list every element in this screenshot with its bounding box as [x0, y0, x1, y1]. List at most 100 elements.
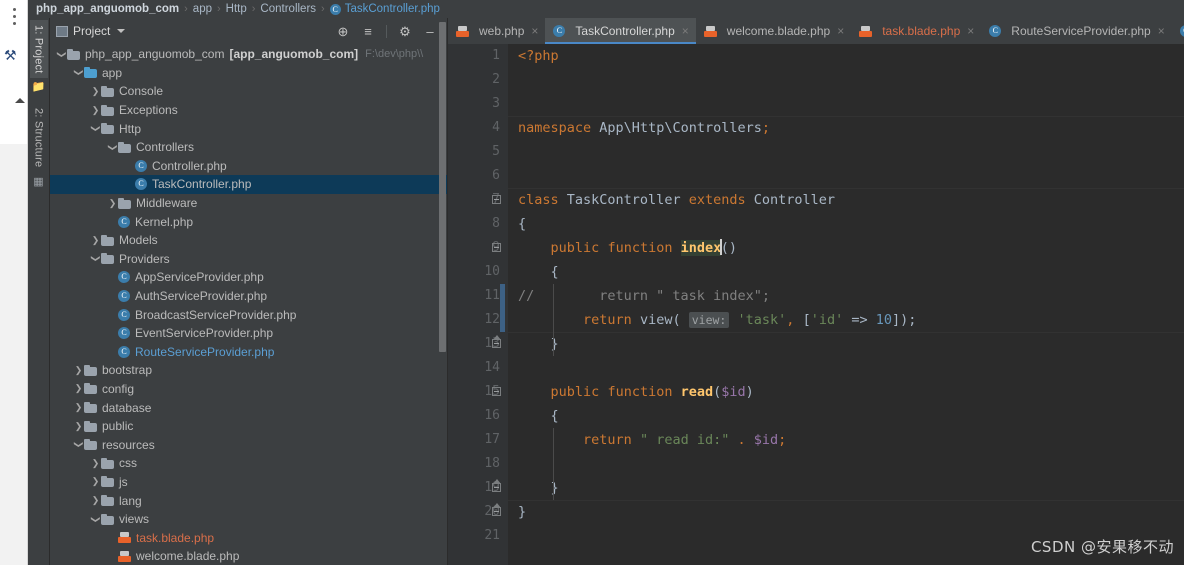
editor-tab-bar[interactable]: web.php × C TaskController.php × welcome.blad…: [448, 18, 1184, 44]
tree-row[interactable]: ❯ Console: [50, 82, 447, 101]
tree-row[interactable]: ❯ Models: [50, 231, 447, 250]
code-line[interactable]: return view( view: 'task', ['id' => 10])…: [508, 308, 1184, 332]
code-fold-marker[interactable]: [492, 335, 503, 350]
settings-gear-icon[interactable]: ⚙: [398, 24, 412, 38]
project-tree[interactable]: ❯ php_app_anguomob_com [app_anguomob_com] F…: [50, 44, 447, 565]
collapse-all-icon[interactable]: ≡: [361, 24, 375, 38]
code-area[interactable]: <?php namespace App\Http\Controllers; cl…: [508, 44, 1184, 565]
close-tab-icon[interactable]: ×: [967, 24, 974, 38]
code-line[interactable]: [508, 92, 1184, 116]
chevron-right-icon[interactable]: ❯: [90, 495, 101, 506]
tree-row[interactable]: task.blade.php: [50, 528, 447, 547]
code-line[interactable]: // return " task index";: [508, 284, 1184, 308]
tree-row[interactable]: C AuthServiceProvider.php: [50, 287, 447, 306]
tree-row[interactable]: welcome.blade.php: [50, 547, 447, 565]
editor-tab[interactable]: C RouteServiceProvider.php ×: [981, 18, 1171, 44]
tree-row[interactable]: C EventServiceProvider.php: [50, 324, 447, 343]
chevron-down-icon[interactable]: ❯: [107, 142, 118, 153]
project-panel-title-group[interactable]: Project: [56, 24, 126, 38]
tree-row[interactable]: ❯ Providers: [50, 250, 447, 269]
tree-row[interactable]: ❯ bootstrap: [50, 361, 447, 380]
breadcrumb-item-http[interactable]: Http: [226, 3, 247, 15]
close-tab-icon[interactable]: ×: [682, 24, 689, 38]
chevron-right-icon[interactable]: ❯: [73, 402, 84, 413]
chevron-down-icon[interactable]: ❯: [56, 49, 67, 60]
breadcrumb-item-project[interactable]: php_app_anguomob_com: [36, 3, 179, 15]
code-line[interactable]: {: [508, 404, 1184, 428]
code-line[interactable]: {: [508, 260, 1184, 284]
code-fold-marker[interactable]: [492, 503, 503, 518]
folder-icon[interactable]: 📁: [32, 82, 46, 93]
tree-row[interactable]: ❯ Http: [50, 119, 447, 138]
tree-row[interactable]: ❯ app: [50, 64, 447, 83]
chevron-right-icon[interactable]: ❯: [107, 198, 118, 209]
tree-row[interactable]: C AppServiceProvider.php: [50, 268, 447, 287]
locate-in-tree-icon[interactable]: ⊕: [336, 24, 350, 38]
editor-tab[interactable]: task.blade.php ×: [851, 18, 981, 44]
tree-row[interactable]: ❯ database: [50, 398, 447, 417]
chevron-right-icon[interactable]: ❯: [90, 476, 101, 487]
tree-row[interactable]: ❯ lang: [50, 491, 447, 510]
breadcrumb-item-file[interactable]: TaskController.php: [345, 3, 440, 15]
breadcrumb-item-app[interactable]: app: [193, 3, 212, 15]
tree-row[interactable]: ❯ config: [50, 380, 447, 399]
code-line[interactable]: [508, 140, 1184, 164]
editor-tab[interactable]: welcome.blade.php ×: [696, 18, 851, 44]
code-line[interactable]: [508, 452, 1184, 476]
code-fold-marker[interactable]: [492, 243, 503, 254]
tree-row[interactable]: ❯ public: [50, 417, 447, 436]
breadcrumb-item-controllers[interactable]: Controllers: [260, 3, 316, 15]
code-line[interactable]: }: [508, 476, 1184, 500]
vcs-change-marker[interactable]: [500, 284, 505, 332]
chevron-down-icon[interactable]: ❯: [73, 67, 84, 78]
code-line[interactable]: class TaskController extends Controller: [508, 188, 1184, 212]
chevron-down-icon[interactable]: ❯: [73, 439, 84, 450]
code-fold-marker[interactable]: [492, 195, 503, 206]
close-tab-icon[interactable]: ×: [531, 24, 538, 38]
editor-tab[interactable]: CRoute: [1172, 18, 1184, 44]
editor-tab[interactable]: C TaskController.php ×: [545, 18, 697, 44]
chevron-down-icon[interactable]: ❯: [90, 123, 101, 134]
code-line[interactable]: [508, 356, 1184, 380]
tree-row[interactable]: ❯ Exceptions: [50, 101, 447, 120]
code-fold-marker[interactable]: [492, 387, 503, 398]
chevron-right-icon[interactable]: ❯: [73, 365, 84, 376]
chevron-right-icon[interactable]: ❯: [90, 86, 101, 97]
code-line[interactable]: return " read id:" . $id;: [508, 428, 1184, 452]
code-line[interactable]: }: [508, 500, 1184, 524]
tree-row[interactable]: C BroadcastServiceProvider.php: [50, 305, 447, 324]
chevron-right-icon[interactable]: ❯: [90, 105, 101, 116]
project-scrollbar[interactable]: [438, 18, 447, 565]
chevron-down-icon[interactable]: ❯: [90, 253, 101, 264]
editor-gutter[interactable]: 1 2 3 4 5 6 7 8 9 10 11 12 13 14 15 16 17 18 19 20 21: [448, 44, 508, 565]
tree-row[interactable]: C Controller.php: [50, 157, 447, 176]
code-line[interactable]: <?php: [508, 44, 1184, 68]
project-scrollbar-thumb[interactable]: [439, 22, 446, 352]
editor-tab[interactable]: web.php ×: [448, 18, 545, 44]
code-line[interactable]: {: [508, 212, 1184, 236]
tree-row[interactable]: ❯ Middleware: [50, 194, 447, 213]
tree-row[interactable]: ❯ js: [50, 473, 447, 492]
chevron-right-icon[interactable]: ❯: [73, 383, 84, 394]
tool-tab-structure[interactable]: 2: Structure: [30, 103, 48, 172]
tree-row[interactable]: C TaskController.php: [50, 175, 447, 194]
chevron-right-icon[interactable]: ❯: [73, 421, 84, 432]
code-line[interactable]: public function read($id): [508, 380, 1184, 404]
structure-icon[interactable]: ▦: [33, 176, 43, 188]
chevron-down-icon[interactable]: ❯: [90, 514, 101, 525]
tool-tab-project[interactable]: 1: Project: [29, 20, 48, 79]
tree-row[interactable]: ❯ views: [50, 510, 447, 529]
tree-row[interactable]: ❯ css: [50, 454, 447, 473]
close-tab-icon[interactable]: ×: [837, 24, 844, 38]
hide-panel-icon[interactable]: –: [423, 24, 437, 38]
code-fold-marker[interactable]: [492, 479, 503, 494]
code-line[interactable]: public function index(): [508, 236, 1184, 260]
chevron-down-icon[interactable]: [117, 29, 126, 33]
tree-row[interactable]: C RouteServiceProvider.php: [50, 343, 447, 362]
tree-row[interactable]: ❯ Controllers: [50, 138, 447, 157]
close-tab-icon[interactable]: ×: [1158, 24, 1165, 38]
chevron-right-icon[interactable]: ❯: [90, 458, 101, 469]
tree-row[interactable]: ❯ php_app_anguomob_com [app_anguomob_com] F…: [50, 45, 447, 64]
tree-row[interactable]: C Kernel.php: [50, 212, 447, 231]
code-line[interactable]: }: [508, 332, 1184, 356]
